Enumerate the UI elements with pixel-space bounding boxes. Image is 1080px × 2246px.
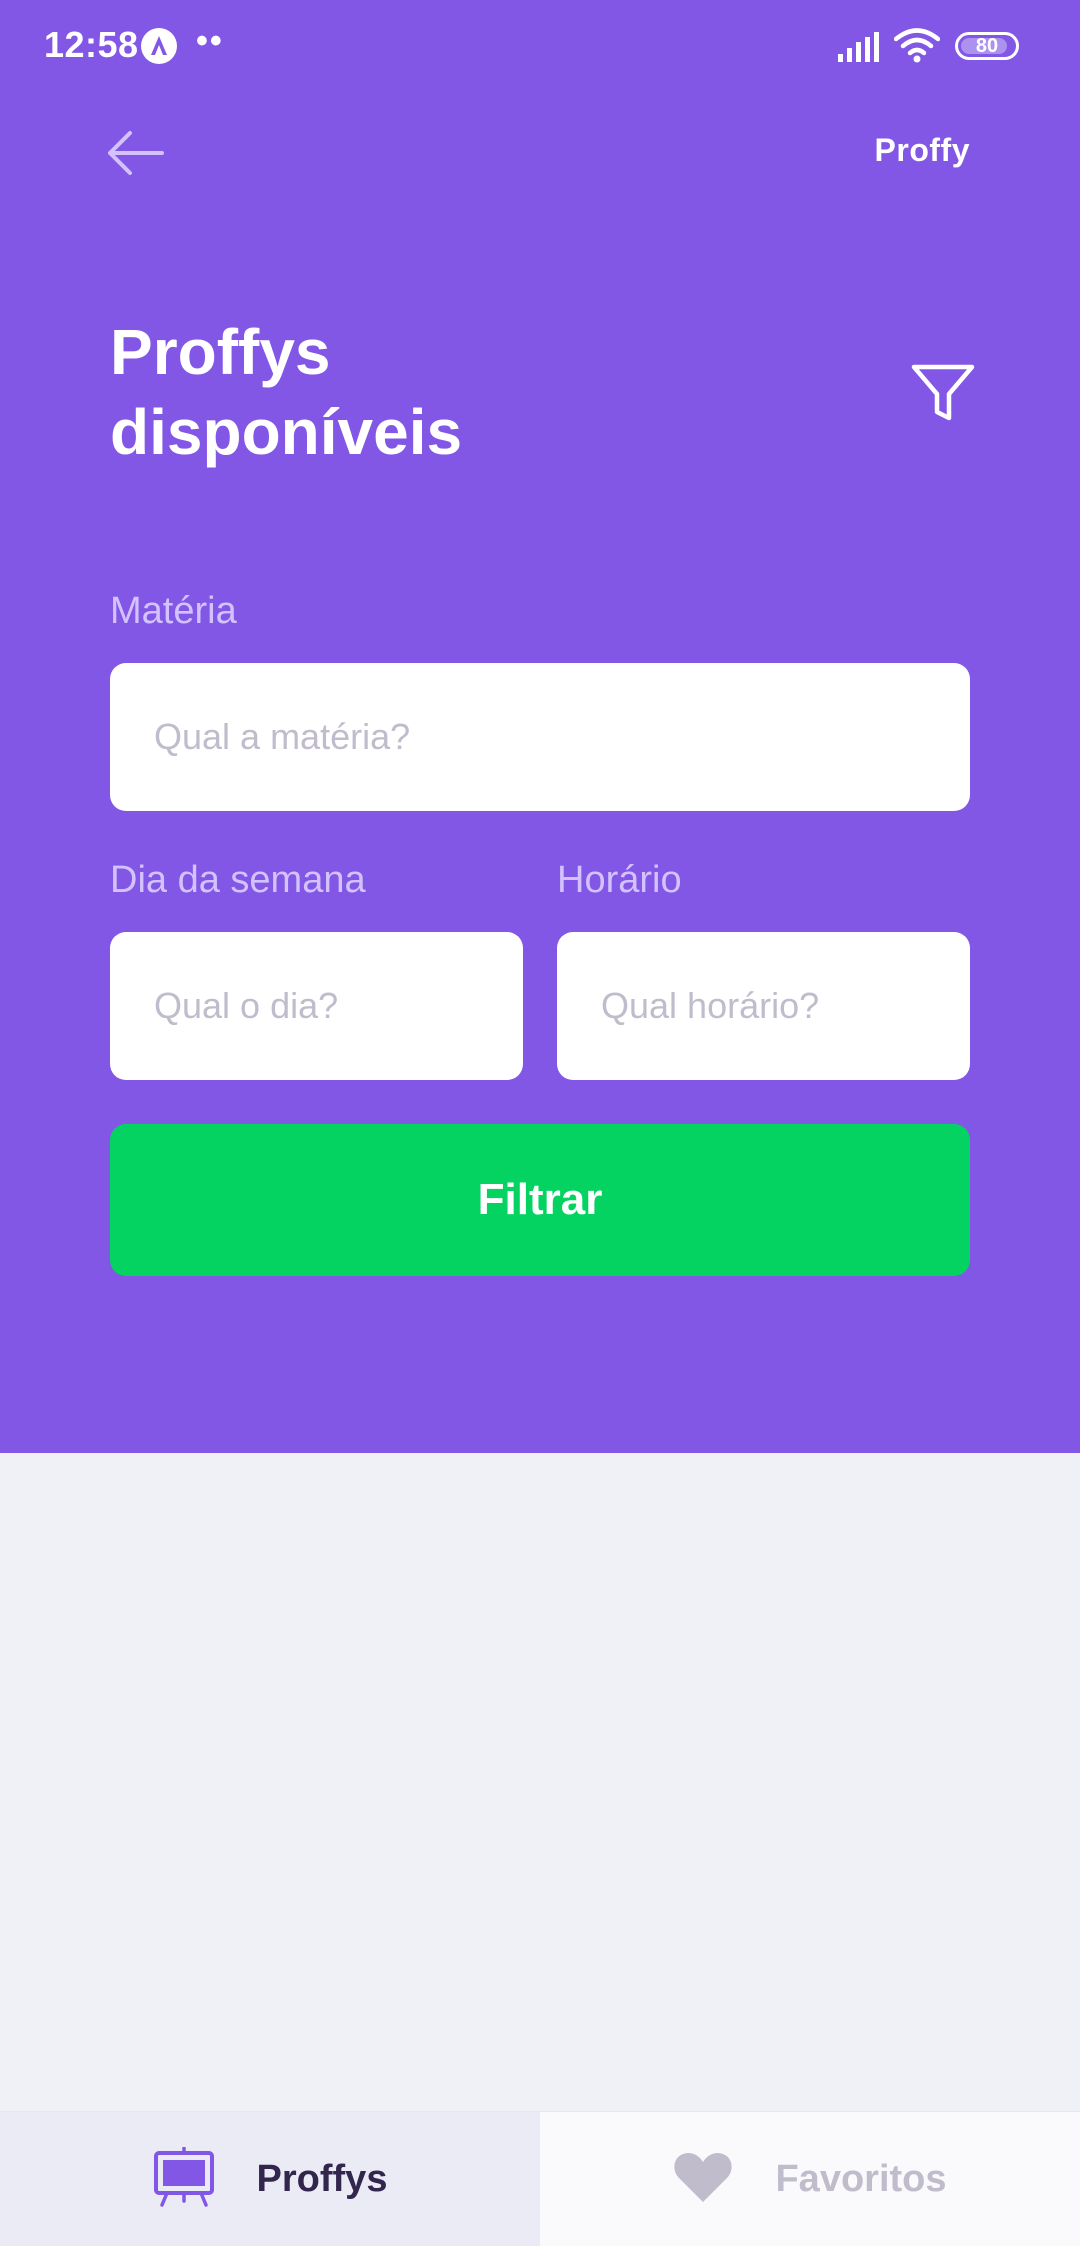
signal-icon bbox=[838, 32, 880, 67]
filter-submit-button[interactable]: Filtrar bbox=[110, 1124, 970, 1276]
wifi-icon bbox=[893, 28, 941, 69]
notification-dots: •• bbox=[196, 22, 224, 60]
tab-proffys[interactable]: Proffys bbox=[0, 2112, 540, 2246]
time-label: Horário bbox=[557, 859, 682, 901]
status-time: 12:58 bbox=[44, 24, 139, 65]
week-day-input[interactable] bbox=[110, 932, 523, 1080]
back-button[interactable] bbox=[104, 128, 168, 178]
week-day-label: Dia da semana bbox=[110, 859, 366, 901]
filter-icon bbox=[908, 364, 978, 428]
time-input[interactable] bbox=[557, 932, 970, 1080]
tab-favoritos[interactable]: Favoritos bbox=[540, 2112, 1080, 2246]
screen: 12:58 •• 80 Proffy Proffys disponíveis M… bbox=[0, 0, 1080, 2246]
app-logo: Proffy bbox=[874, 132, 970, 168]
subject-label: Matéria bbox=[110, 590, 237, 632]
page-header: 12:58 •• 80 Proffy Proffys disponíveis M… bbox=[0, 0, 1080, 1453]
tab-bar: Proffys Favoritos bbox=[0, 2111, 1080, 2246]
heart-icon bbox=[673, 2150, 733, 2209]
battery-level: 80 bbox=[975, 35, 999, 57]
status-bar: 12:58 •• 80 bbox=[0, 0, 1080, 95]
teacher-list bbox=[0, 1453, 1080, 2111]
app-notification-icon bbox=[141, 28, 177, 64]
subject-input[interactable] bbox=[110, 663, 970, 811]
page-title: Proffys disponíveis bbox=[110, 316, 463, 468]
battery-icon: 80 bbox=[955, 32, 1019, 60]
tab-favoritos-label: Favoritos bbox=[775, 2157, 947, 2200]
arrow-left-icon bbox=[104, 131, 168, 182]
tab-proffys-label: Proffys bbox=[256, 2157, 388, 2200]
easel-icon bbox=[153, 2145, 215, 2212]
filter-toggle-button[interactable] bbox=[908, 362, 978, 424]
